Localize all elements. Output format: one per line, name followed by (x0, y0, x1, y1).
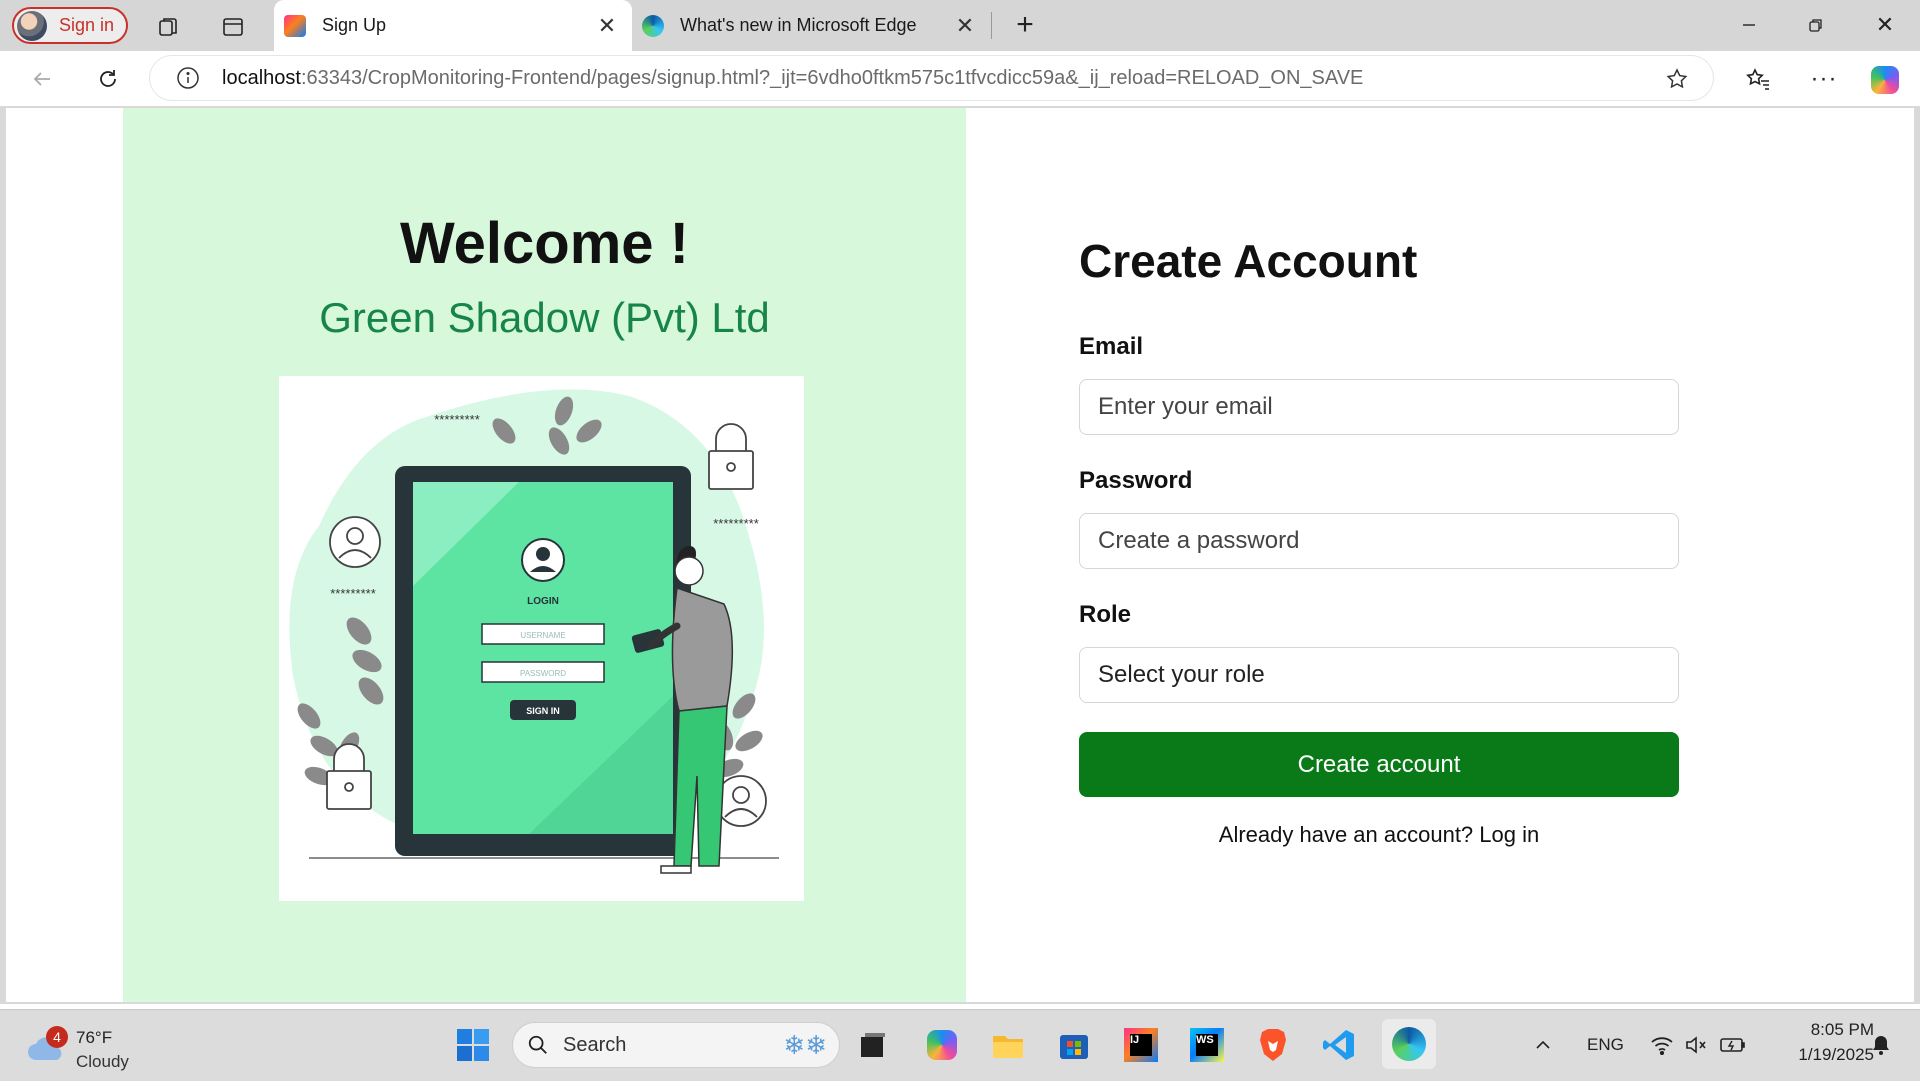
clock-time[interactable]: 8:05 PM (1788, 1020, 1874, 1040)
volume-muted-icon[interactable] (1682, 1024, 1710, 1066)
battery-icon[interactable] (1718, 1024, 1748, 1066)
weather-condition: Cloudy (76, 1052, 129, 1071)
create-account-button[interactable]: Create account (1079, 732, 1679, 797)
intellij-idea-icon[interactable]: IJ (1120, 1024, 1162, 1066)
role-select-value: Select your role (1098, 661, 1265, 688)
tab-close-icon[interactable]: ✕ (594, 13, 620, 39)
notifications-bell-icon[interactable] (1866, 1024, 1896, 1066)
weather-widget[interactable]: 4 76°F Cloudy (26, 1018, 146, 1073)
url-text[interactable]: localhost:63343/CropMonitoring-Frontend/… (222, 67, 1363, 90)
illus-password-placeholder: PASSWORD (520, 669, 566, 678)
task-view-icon[interactable] (852, 1024, 894, 1066)
company-name: Green Shadow (Pvt) Ltd (319, 294, 770, 341)
tab-title: Sign Up (322, 15, 387, 35)
illus-stars-left: ********* (330, 586, 376, 601)
refresh-icon[interactable] (92, 63, 124, 95)
email-field[interactable] (1079, 379, 1679, 435)
illus-username-placeholder: USERNAME (520, 631, 565, 640)
copilot-taskbar-icon[interactable] (921, 1024, 963, 1066)
workspaces-icon[interactable] (154, 12, 184, 42)
profile-sign-in-label: Sign in (59, 15, 115, 35)
profile-avatar (17, 10, 47, 41)
url-path: :63343/CropMonitoring-Frontend/pages/sig… (300, 66, 1364, 89)
wifi-icon[interactable] (1648, 1024, 1676, 1066)
snowflake-icon: ❄❄ (783, 1029, 827, 1060)
tab-sign-up[interactable]: Sign Up ✕ (274, 0, 632, 51)
tab-close-icon[interactable]: ✕ (952, 13, 978, 39)
jetbrains-favicon-icon (284, 14, 306, 37)
search-label: Search (563, 1033, 627, 1056)
close-window-icon[interactable]: ✕ (1870, 10, 1900, 40)
illus-stars-right: ********* (713, 516, 759, 531)
url-host: localhost (222, 66, 301, 89)
search-icon (528, 1035, 547, 1054)
back-icon[interactable] (26, 63, 58, 95)
weather-badge: 4 (46, 1026, 68, 1048)
tab-title: What's new in Microsoft Edge (680, 15, 917, 35)
clock-date[interactable]: 1/19/2025 (1768, 1045, 1874, 1065)
vscode-icon[interactable] (1318, 1024, 1360, 1066)
start-windows-icon[interactable] (452, 1024, 494, 1066)
restore-icon[interactable] (1801, 10, 1831, 40)
signup-page: Welcome ! Green Shadow (Pvt) Ltd LOGIN U… (6, 108, 1914, 1002)
form-title: Create Account (1079, 235, 1418, 287)
brave-browser-icon[interactable] (1252, 1024, 1294, 1066)
illus-stars-top: ********* (434, 412, 480, 427)
weather-temp: 76°F (76, 1028, 113, 1047)
email-label: Email (1079, 333, 1144, 360)
password-field[interactable] (1079, 513, 1679, 569)
tab-separator (991, 12, 992, 39)
welcome-heading: Welcome ! (399, 211, 689, 276)
vertical-tabs-icon[interactable] (218, 12, 248, 42)
taskbar-search[interactable]: Search ❄❄ (512, 1022, 840, 1068)
login-prompt: Already have an account? Log in (1079, 822, 1679, 848)
minimize-icon[interactable] (1734, 10, 1764, 40)
new-tab-icon[interactable]: + (1010, 8, 1040, 41)
password-label: Password (1079, 467, 1193, 494)
favorites-icon[interactable] (1742, 63, 1774, 95)
microsoft-store-icon[interactable] (1053, 1024, 1095, 1066)
browser-toolbar: localhost:63343/CropMonitoring-Frontend/… (0, 51, 1920, 106)
role-select[interactable]: Select your role (1079, 647, 1679, 703)
welcome-panel: Welcome ! Green Shadow (Pvt) Ltd LOGIN U… (123, 108, 966, 1002)
site-info-icon[interactable] (174, 64, 202, 92)
file-explorer-icon[interactable] (987, 1024, 1029, 1066)
favorite-star-icon[interactable] (1662, 64, 1692, 94)
illus-signin-label: SIGN IN (526, 706, 560, 716)
role-label: Role (1079, 601, 1132, 628)
edge-favicon-icon (642, 14, 664, 37)
illus-login-title: LOGIN (527, 596, 559, 607)
edge-taskbar-icon[interactable] (1382, 1019, 1436, 1069)
tab-whats-new-edge[interactable]: What's new in Microsoft Edge ✕ (632, 0, 990, 51)
login-illustration: LOGIN USERNAME PASSWORD SIGN IN ********… (279, 376, 804, 901)
show-hidden-icons-icon[interactable] (1528, 1024, 1558, 1066)
signup-form-panel: Create Account Email Password Role Selec… (966, 108, 1914, 1002)
language-indicator[interactable]: ENG (1587, 1035, 1624, 1055)
login-link[interactable]: Already have an account? Log in (1219, 822, 1539, 847)
taskbar: 4 76°F Cloudy Search ❄❄ IJ WS ENG 8:05 P… (0, 1009, 1920, 1081)
profile-sign-in-button[interactable]: Sign in (12, 7, 128, 44)
more-options-icon[interactable]: ··· (1808, 63, 1840, 95)
copilot-icon[interactable] (1868, 63, 1902, 97)
browser-tab-bar: Sign in Sign Up ✕ What's new in Microsof… (0, 0, 1920, 51)
address-bar[interactable]: localhost:63343/CropMonitoring-Frontend/… (150, 56, 1713, 100)
webstorm-icon[interactable]: WS (1186, 1024, 1228, 1066)
